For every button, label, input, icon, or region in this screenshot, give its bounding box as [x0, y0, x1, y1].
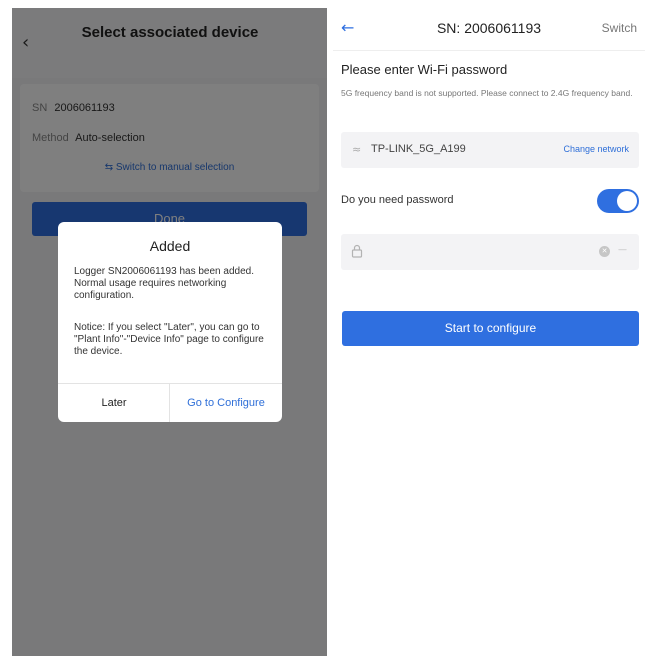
go-to-configure-button[interactable]: Go to Configure — [169, 384, 282, 422]
added-dialog: Added Logger SN2006061193 has been added… — [58, 222, 282, 422]
wifi-prompt: Please enter Wi-Fi password — [341, 62, 508, 77]
password-row: ✕ — — [341, 234, 639, 270]
frequency-note: 5G frequency band is not supported. Plea… — [341, 88, 633, 98]
page-title: SN: 2006061193 — [436, 20, 542, 36]
dialog-title: Added — [149, 238, 191, 254]
eye-off-icon[interactable]: — — [618, 245, 627, 255]
dialog-message: Logger SN2006061193 has been added. Norm… — [74, 266, 254, 301]
network-name: TP-LINK_5G_A199 — [371, 143, 466, 155]
wifi-password-screen: ← SN: 2006061193 Switch Please enter Wi-… — [333, 8, 645, 656]
network-row: ≈ TP-LINK_5G_A199 Change network — [341, 132, 639, 168]
later-button[interactable]: Later — [58, 384, 170, 422]
change-network-link[interactable]: Change network — [563, 144, 629, 154]
need-password-toggle[interactable] — [597, 189, 639, 213]
arrow-left-icon[interactable]: ← — [341, 18, 354, 37]
start-configure-button[interactable]: Start to configure — [342, 311, 639, 346]
lock-icon — [351, 244, 363, 263]
header-divider — [333, 50, 645, 51]
select-device-screen: ‹ Select associated device SN 2006061193… — [12, 8, 327, 656]
dialog-notice: Notice: If you select "Later", you can g… — [74, 322, 264, 357]
dialog-actions: Later Go to Configure — [58, 383, 282, 422]
switch-button[interactable]: Switch — [602, 21, 637, 35]
password-input[interactable] — [373, 240, 577, 266]
need-password-label: Do you need password — [341, 194, 454, 206]
toggle-knob — [617, 191, 637, 211]
clear-icon[interactable]: ✕ — [599, 246, 610, 257]
wifi-icon: ≈ — [352, 143, 362, 156]
